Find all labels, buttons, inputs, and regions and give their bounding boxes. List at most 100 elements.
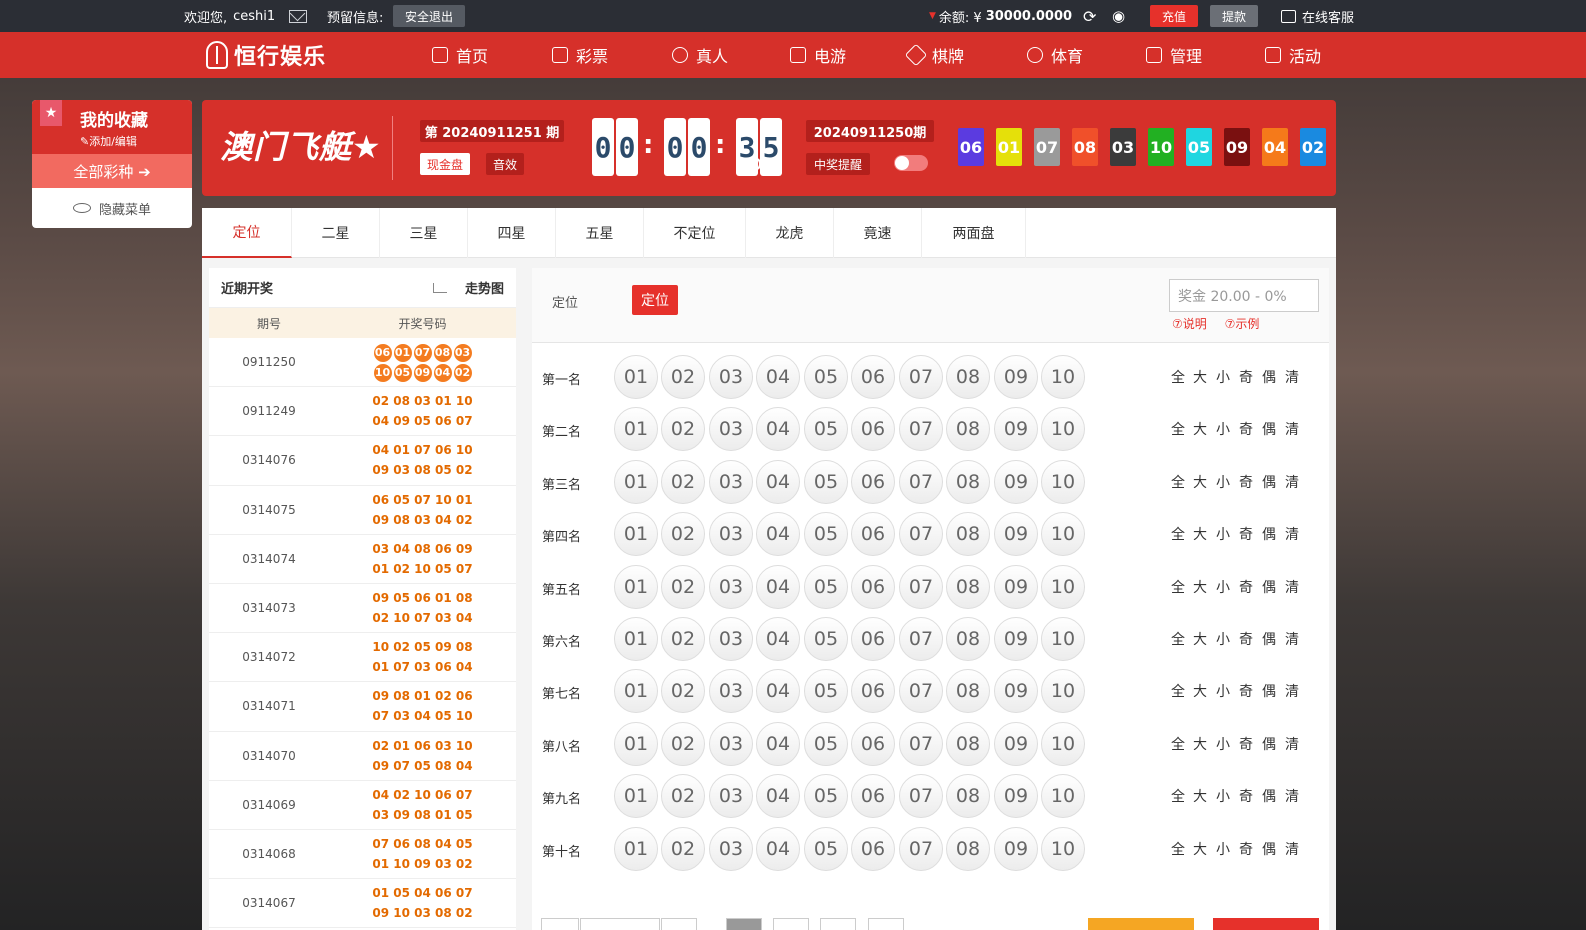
quick-select-button[interactable]: 全 bbox=[1171, 367, 1185, 387]
quick-select-button[interactable]: 小 bbox=[1216, 419, 1230, 439]
number-ball[interactable]: 07 bbox=[899, 512, 943, 557]
quick-select-button[interactable]: 清 bbox=[1285, 419, 1299, 439]
pager-input[interactable] bbox=[580, 918, 660, 930]
number-ball[interactable]: 08 bbox=[946, 774, 990, 819]
quick-select-button[interactable]: 全 bbox=[1171, 839, 1185, 859]
number-ball[interactable]: 05 bbox=[804, 459, 848, 504]
nav-events[interactable]: 活动 bbox=[1265, 32, 1321, 78]
quick-select-button[interactable]: 偶 bbox=[1262, 629, 1276, 649]
number-ball[interactable]: 02 bbox=[661, 355, 705, 399]
nav-live[interactable]: 真人 bbox=[672, 32, 728, 78]
number-ball[interactable]: 10 bbox=[1041, 669, 1085, 714]
quick-select-button[interactable]: 奇 bbox=[1239, 577, 1253, 597]
number-ball[interactable]: 09 bbox=[994, 669, 1038, 714]
number-ball[interactable]: 06 bbox=[851, 721, 895, 766]
nav-lottery[interactable]: 彩票 bbox=[552, 32, 608, 78]
quick-select-button[interactable]: 大 bbox=[1193, 681, 1207, 701]
number-ball[interactable]: 09 bbox=[994, 774, 1038, 819]
brand-logo[interactable]: 恒行娱乐 bbox=[206, 32, 326, 78]
number-ball[interactable]: 10 bbox=[1041, 564, 1085, 609]
number-ball[interactable]: 06 bbox=[851, 617, 895, 661]
quick-select-button[interactable]: 小 bbox=[1216, 786, 1230, 806]
number-ball[interactable]: 06 bbox=[851, 774, 895, 819]
number-ball[interactable]: 01 bbox=[614, 355, 658, 399]
tab-position[interactable]: 定位 bbox=[202, 208, 292, 258]
quick-select-button[interactable]: 奇 bbox=[1239, 839, 1253, 859]
quick-select-button[interactable]: 全 bbox=[1171, 524, 1185, 544]
pager-button[interactable] bbox=[726, 918, 762, 930]
number-ball[interactable]: 04 bbox=[756, 564, 800, 609]
withdraw-button[interactable]: 提款 bbox=[1210, 5, 1259, 27]
number-ball[interactable]: 10 bbox=[1041, 774, 1085, 819]
quick-select-button[interactable]: 奇 bbox=[1239, 419, 1253, 439]
number-ball[interactable]: 01 bbox=[614, 459, 658, 504]
pager-button[interactable] bbox=[868, 918, 904, 930]
quick-select-button[interactable]: 奇 bbox=[1239, 786, 1253, 806]
quick-select-button[interactable]: 大 bbox=[1193, 734, 1207, 754]
quick-select-button[interactable]: 偶 bbox=[1262, 786, 1276, 806]
number-ball[interactable]: 10 bbox=[1041, 826, 1085, 871]
quick-select-button[interactable]: 全 bbox=[1171, 734, 1185, 754]
tab-four-star[interactable]: 四星 bbox=[468, 208, 556, 258]
number-ball[interactable]: 04 bbox=[756, 826, 800, 871]
number-ball[interactable]: 02 bbox=[661, 826, 705, 871]
tab-non-position[interactable]: 不定位 bbox=[644, 208, 746, 258]
quick-select-button[interactable]: 奇 bbox=[1239, 681, 1253, 701]
number-ball[interactable]: 03 bbox=[709, 721, 753, 766]
number-ball[interactable]: 02 bbox=[661, 459, 705, 504]
quick-select-button[interactable]: 小 bbox=[1216, 839, 1230, 859]
quick-select-button[interactable]: 大 bbox=[1193, 472, 1207, 492]
quick-select-button[interactable]: 小 bbox=[1216, 629, 1230, 649]
quick-select-button[interactable]: 全 bbox=[1171, 786, 1185, 806]
quick-select-button[interactable]: 偶 bbox=[1262, 524, 1276, 544]
number-ball[interactable]: 09 bbox=[994, 564, 1038, 609]
number-ball[interactable]: 05 bbox=[804, 669, 848, 714]
quick-select-button[interactable]: 清 bbox=[1285, 524, 1299, 544]
refresh-icon[interactable]: ⟳ bbox=[1083, 0, 1096, 32]
example-link[interactable]: ⑦示例 bbox=[1225, 317, 1260, 331]
number-ball[interactable]: 06 bbox=[851, 355, 895, 399]
number-ball[interactable]: 05 bbox=[804, 774, 848, 819]
number-ball[interactable]: 09 bbox=[994, 355, 1038, 399]
number-ball[interactable]: 07 bbox=[899, 669, 943, 714]
number-ball[interactable]: 01 bbox=[614, 669, 658, 714]
number-ball[interactable]: 08 bbox=[946, 617, 990, 661]
quick-select-button[interactable]: 小 bbox=[1216, 472, 1230, 492]
quick-select-button[interactable]: 全 bbox=[1171, 629, 1185, 649]
number-ball[interactable]: 02 bbox=[661, 512, 705, 557]
number-ball[interactable]: 09 bbox=[994, 617, 1038, 661]
trend-link[interactable]: 走势图 bbox=[432, 278, 504, 297]
number-ball[interactable]: 04 bbox=[756, 407, 800, 452]
explain-link[interactable]: ⑦说明 bbox=[1172, 317, 1207, 331]
quick-select-button[interactable]: 偶 bbox=[1262, 419, 1276, 439]
quick-select-button[interactable]: 清 bbox=[1285, 681, 1299, 701]
number-ball[interactable]: 10 bbox=[1041, 617, 1085, 661]
number-ball[interactable]: 05 bbox=[804, 564, 848, 609]
nav-manage[interactable]: 管理 bbox=[1146, 32, 1202, 78]
eye-icon[interactable]: ◉ bbox=[1112, 0, 1125, 32]
number-ball[interactable]: 01 bbox=[614, 617, 658, 661]
number-ball[interactable]: 03 bbox=[709, 564, 753, 609]
number-ball[interactable]: 08 bbox=[946, 355, 990, 399]
number-ball[interactable]: 03 bbox=[709, 617, 753, 661]
quick-select-button[interactable]: 小 bbox=[1216, 524, 1230, 544]
quick-select-button[interactable]: 小 bbox=[1216, 367, 1230, 387]
number-ball[interactable]: 08 bbox=[946, 512, 990, 557]
number-ball[interactable]: 05 bbox=[804, 721, 848, 766]
number-ball[interactable]: 05 bbox=[804, 617, 848, 661]
quick-select-button[interactable]: 偶 bbox=[1262, 681, 1276, 701]
quick-select-button[interactable]: 大 bbox=[1193, 524, 1207, 544]
cash-mode-button[interactable]: 现金盘 bbox=[420, 153, 470, 175]
number-ball[interactable]: 07 bbox=[899, 721, 943, 766]
all-lotteries-button[interactable]: 全部彩种 ➔ bbox=[32, 154, 192, 188]
number-ball[interactable]: 10 bbox=[1041, 459, 1085, 504]
nav-slots[interactable]: 电游 bbox=[790, 32, 846, 78]
number-ball[interactable]: 02 bbox=[661, 669, 705, 714]
quick-select-button[interactable]: 偶 bbox=[1262, 839, 1276, 859]
number-ball[interactable]: 04 bbox=[756, 617, 800, 661]
prize-input[interactable]: 奖金 20.00 - 0% bbox=[1169, 279, 1319, 312]
number-ball[interactable]: 02 bbox=[661, 721, 705, 766]
quick-select-button[interactable]: 小 bbox=[1216, 734, 1230, 754]
quick-select-button[interactable]: 小 bbox=[1216, 577, 1230, 597]
quick-select-button[interactable]: 偶 bbox=[1262, 577, 1276, 597]
